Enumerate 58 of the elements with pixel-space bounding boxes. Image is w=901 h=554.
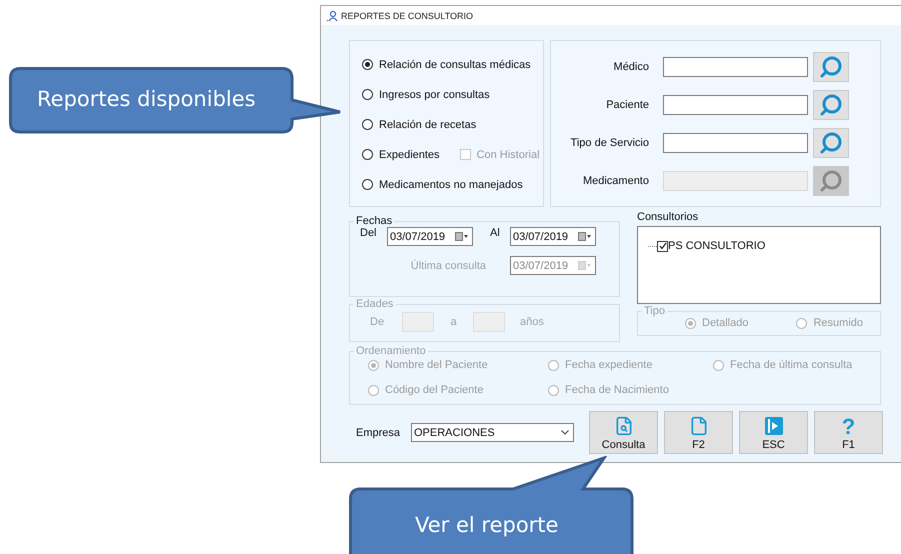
search-button[interactable]: [813, 52, 849, 82]
radio-button[interactable]: [362, 119, 373, 130]
file-search-icon: [614, 416, 634, 436]
date-field[interactable]: 03/07/2019: [387, 227, 473, 246]
radio-button[interactable]: [362, 59, 373, 70]
help-icon: ?: [842, 416, 856, 438]
radio-button[interactable]: [362, 179, 373, 190]
company-label: Empresa: [356, 426, 402, 438]
search-button[interactable]: [813, 166, 849, 196]
group-label: Edades: [355, 298, 394, 310]
to-label: a: [449, 316, 458, 328]
search-button[interactable]: [813, 128, 849, 158]
report-option[interactable]: Ingresos por consultas: [362, 88, 490, 100]
radio-button[interactable]: [362, 89, 373, 100]
report-option[interactable]: Relación de consultas médicas: [362, 58, 531, 70]
tree-item-label[interactable]: PS CONSULTORIO: [668, 240, 766, 252]
input-field[interactable]: [663, 94, 808, 114]
search-icon: [819, 130, 843, 154]
group-label: Fechas: [355, 215, 394, 227]
field-label: Paciente: [605, 98, 649, 110]
field-label: Médico: [612, 60, 649, 72]
search-icon: [819, 168, 843, 192]
app-icon: [326, 10, 338, 22]
group-label: Ordenamiento: [355, 345, 427, 357]
new-button[interactable]: F2: [664, 411, 733, 454]
calendar-dropdown-icon[interactable]: [455, 232, 469, 241]
from-label: Del: [360, 227, 378, 239]
field-label: Medicamento: [582, 174, 649, 186]
to-label: Al: [490, 227, 501, 239]
exit-button[interactable]: ESC: [739, 411, 808, 454]
company-dropdown[interactable]: OPERACIONES: [411, 423, 574, 442]
window-title: REPORTES DE CONSULTORIO: [341, 10, 474, 20]
input-field[interactable]: [663, 56, 808, 76]
search-button[interactable]: [813, 90, 849, 120]
input-field[interactable]: [663, 132, 808, 152]
group-label: Tipo: [643, 305, 666, 317]
search-icon: [819, 92, 843, 116]
date-field[interactable]: 03/07/2019: [510, 256, 596, 275]
report-option[interactable]: Medicamentos no manejados: [362, 178, 523, 190]
document-icon: [688, 416, 708, 436]
search-icon: [819, 54, 843, 78]
exit-icon: [764, 416, 784, 436]
calendar-dropdown-icon[interactable]: [578, 232, 592, 241]
last-visit-label: Última consulta: [410, 260, 487, 272]
section-label: Consultorios: [637, 211, 700, 223]
checkbox[interactable]: [657, 240, 668, 252]
field-label: Tipo de Servicio: [570, 136, 649, 148]
callout-text: Ver el reporte: [415, 513, 558, 537]
consulta-button[interactable]: Consulta: [589, 411, 658, 454]
radio-button[interactable]: [362, 149, 373, 160]
chevron-down-icon: [561, 430, 569, 435]
report-option[interactable]: Expedientes: [362, 148, 440, 160]
from-label: De: [370, 316, 386, 328]
report-option[interactable]: Relación de recetas: [362, 118, 476, 130]
help-button[interactable]: ? F1: [814, 411, 883, 454]
date-field[interactable]: 03/07/2019: [510, 227, 596, 246]
unit-label: años: [520, 316, 544, 328]
callout-text: Reportes disponibles: [37, 87, 256, 111]
